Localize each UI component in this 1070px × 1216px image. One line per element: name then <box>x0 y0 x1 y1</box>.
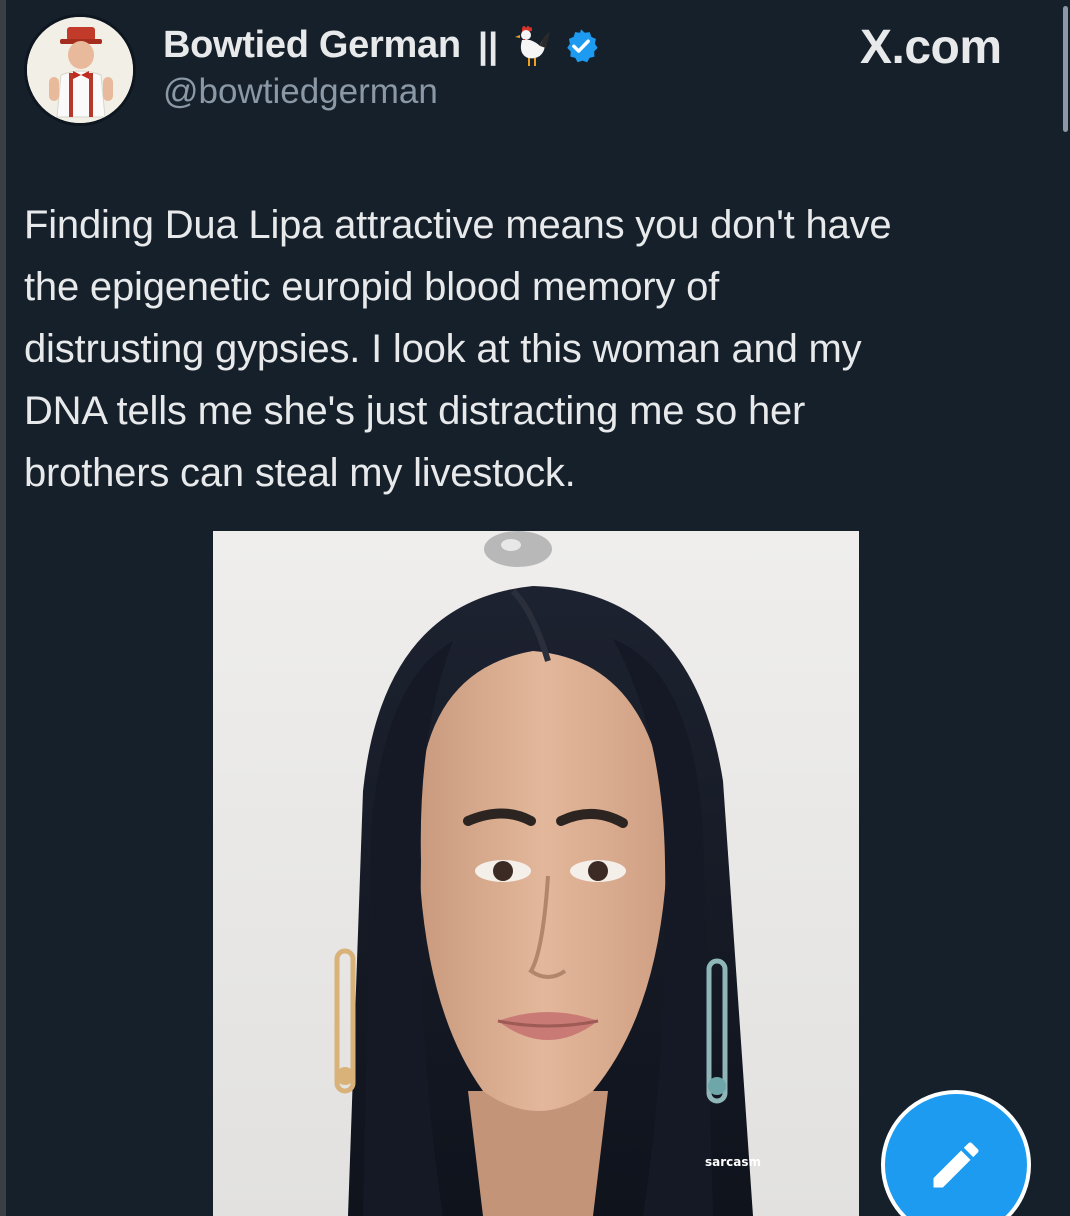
name-suffix: || <box>478 25 499 66</box>
tweet-image[interactable]: sarcasm <box>213 531 859 1216</box>
image-watermark: sarcasm <box>705 1155 762 1169</box>
scrollbar-thumb[interactable] <box>1063 6 1068 132</box>
user-handle[interactable]: @bowtiedgerman <box>163 72 438 112</box>
site-label: X.com <box>860 21 1002 74</box>
display-name[interactable]: Bowtied German <box>163 24 461 67</box>
scrollbar[interactable] <box>1060 0 1070 1216</box>
pencil-icon <box>933 1142 979 1188</box>
rooster-icon <box>515 26 551 66</box>
verified-badge-icon[interactable] <box>562 27 600 65</box>
compose-button[interactable] <box>881 1090 1031 1216</box>
profile-avatar[interactable] <box>24 14 136 126</box>
name-extras: || <box>478 24 600 68</box>
window-edge <box>0 0 6 1216</box>
portrait-photo <box>213 531 859 1216</box>
avatar-illustration-icon <box>27 17 133 123</box>
tweet-text: Finding Dua Lipa attractive means you do… <box>24 203 892 495</box>
